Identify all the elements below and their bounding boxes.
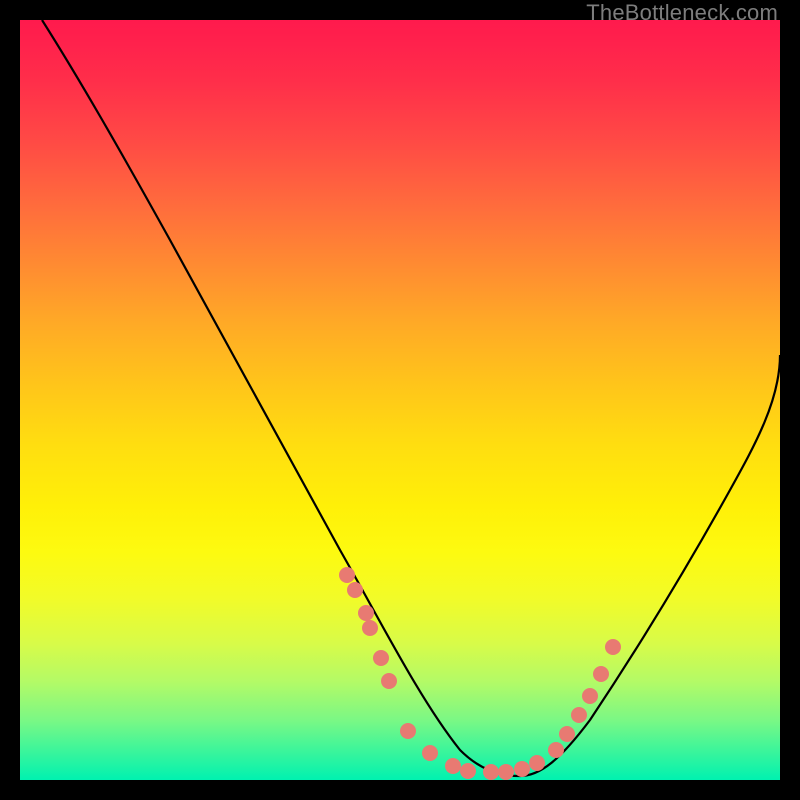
curve-layer: [42, 20, 780, 776]
marker-dot: [422, 745, 438, 761]
marker-dot: [381, 673, 397, 689]
marker-dot: [358, 605, 374, 621]
marker-dot: [445, 758, 461, 774]
marker-dot: [373, 650, 389, 666]
marker-dot: [514, 761, 530, 777]
marker-dot: [559, 726, 575, 742]
marker-dot: [498, 764, 514, 780]
watermark-text: TheBottleneck.com: [586, 0, 778, 26]
marker-dot: [339, 567, 355, 583]
plot-area: [20, 20, 780, 780]
chart-svg: [20, 20, 780, 780]
marker-dot: [400, 723, 416, 739]
marker-dot: [582, 688, 598, 704]
marker-dot: [460, 763, 476, 779]
marker-layer: [339, 567, 621, 780]
marker-dot: [529, 755, 545, 771]
marker-dot: [548, 742, 564, 758]
marker-dot: [605, 639, 621, 655]
marker-dot: [362, 620, 378, 636]
bottleneck-curve: [42, 20, 780, 776]
marker-dot: [593, 666, 609, 682]
marker-dot: [483, 764, 499, 780]
marker-dot: [571, 707, 587, 723]
marker-dot: [347, 582, 363, 598]
